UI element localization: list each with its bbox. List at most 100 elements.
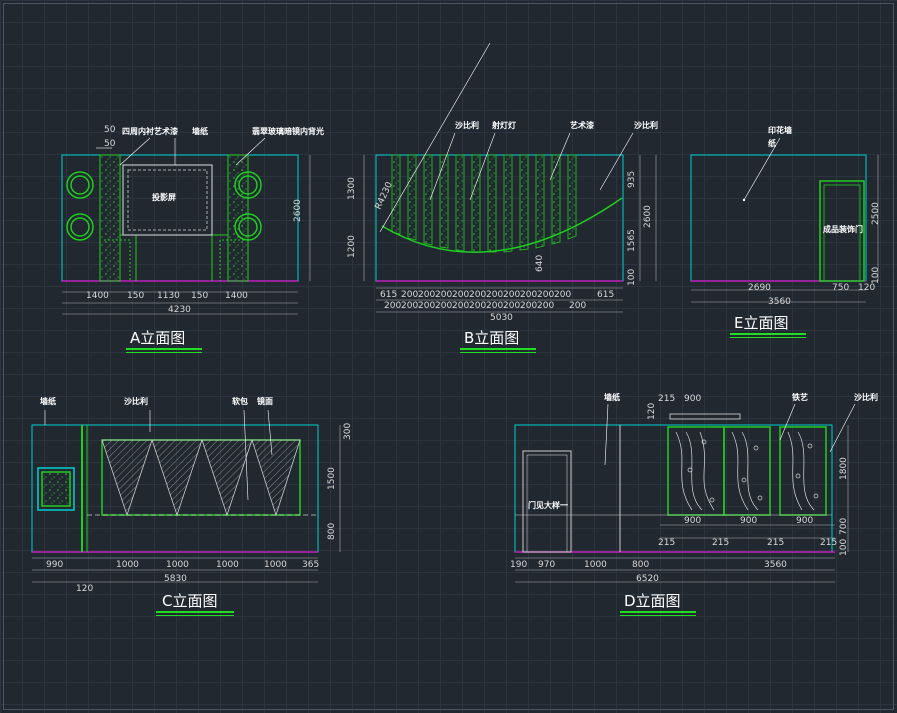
b-d2-1: 200 [401, 301, 418, 311]
d-dim-r-1: 700 [839, 518, 849, 535]
d-dim-b-0: 190 [510, 560, 527, 570]
c-label-2: 沙比利 [124, 396, 148, 406]
b-d2-5: 200 [469, 301, 486, 311]
c-title: C立面图 [162, 592, 217, 610]
b-dim-right-1: 1565 [627, 229, 637, 252]
b-d1-10: 200 [554, 290, 571, 300]
d-dim-r-2: 100 [839, 539, 849, 556]
e-dim-total: 3560 [768, 297, 791, 307]
b-d1-4: 200 [452, 290, 469, 300]
elevation-b [363, 42, 657, 313]
b-d2-9: 200 [537, 301, 554, 311]
a-label-screen: 投影屏 [152, 192, 176, 202]
d-dim-b-4: 3560 [764, 560, 787, 570]
c-dim-b-0: 990 [46, 560, 63, 570]
c-label-1: 墙纸 [40, 396, 56, 406]
b-label-2: 射灯灯 [491, 120, 516, 130]
b-dims-row2: 200 200 200 200 200 200 200 200 200 200 … [384, 301, 586, 311]
e-label-1: 印花墙 [768, 125, 792, 135]
elevation-c [31, 409, 341, 583]
b-d1-9: 200 [537, 290, 554, 300]
c-label-4: 镜面 [257, 396, 273, 406]
c-dim-b-5: 365 [302, 560, 319, 570]
a-dim-b-1: 150 [127, 291, 144, 301]
e-dim-right: 2500 [871, 202, 881, 225]
b-d2-2: 200 [418, 301, 435, 311]
c-dim-b-1: 1000 [116, 560, 139, 570]
b-dims-row1: 615 200 200 200 200 200 200 200 200 200 … [380, 290, 614, 300]
a-dim-b-0: 1400 [86, 291, 109, 301]
d-dim-b-2: 1000 [584, 560, 607, 570]
b-d2-6: 200 [486, 301, 503, 311]
d-dim-p-2: 900 [796, 516, 813, 526]
a-dims-bottom: 1400 150 1130 150 1400 [86, 291, 248, 301]
d-label-2: 铁艺 [792, 392, 808, 402]
c-dim-small: 120 [76, 584, 93, 594]
d-dim-g-2: 215 [767, 538, 784, 548]
b-label-4: 沙比利 [634, 120, 658, 130]
c-dim-r-1: 1500 [327, 467, 337, 490]
a-title: A立面图 [130, 329, 185, 347]
e-label-door: 成品装饰门 [823, 224, 863, 234]
d-dim-g-3: 215 [820, 538, 837, 548]
c-dim-r-2: 800 [327, 523, 337, 540]
b-dim-right-0: 935 [627, 171, 637, 188]
a-dim-right: 2600 [293, 199, 303, 222]
e-dim-b-0: 2690 [748, 283, 771, 293]
e-title: E立面图 [734, 314, 788, 332]
elevation-d [514, 403, 856, 583]
e-dim-b-1: 750 [832, 283, 849, 293]
d-dim-g-0: 215 [658, 538, 675, 548]
b-dim-small: 100 [627, 269, 637, 286]
a-dim-b-3: 150 [191, 291, 208, 301]
d-dim-total: 6520 [636, 574, 659, 584]
b-d1-5: 200 [469, 290, 486, 300]
d-dim-top-0: 215 [658, 394, 675, 404]
c-dim-b-2: 1000 [166, 560, 189, 570]
c-dim-total: 5830 [164, 574, 187, 584]
b-d2-8: 200 [520, 301, 537, 311]
d-title: D立面图 [624, 592, 681, 610]
d-dim-g-1: 215 [712, 538, 729, 548]
b-d1-3: 200 [435, 290, 452, 300]
a-dim-b-2: 1130 [157, 291, 180, 301]
a-label-3: 翡翠玻璃暗镜内背光 [252, 126, 324, 136]
b-d2-4: 200 [452, 301, 469, 311]
elevations-svg: 50 50 四周内衬艺术漆 墙纸 翡翠玻璃暗镜内背光 投影屏 2600 1400… [31, 42, 881, 616]
b-d2-3: 200 [435, 301, 452, 311]
e-label-2: 纸 [768, 138, 776, 148]
a-label-1: 四周内衬艺术漆 [122, 126, 178, 136]
e-dim-small: 100 [871, 267, 881, 284]
a-dim-b-4: 1400 [225, 291, 248, 301]
d-dim-r-0: 1800 [839, 457, 849, 480]
a-label-2: 墙纸 [192, 126, 208, 136]
elevation-e [690, 137, 879, 303]
d-dim-b-3: 800 [632, 560, 649, 570]
d-dim-b-1: 970 [538, 560, 555, 570]
d-label-3: 沙比利 [854, 392, 878, 402]
d-label-1: 墙纸 [604, 392, 620, 402]
a-dim-top2: 50 [104, 139, 116, 149]
b-dim-total: 5030 [490, 313, 513, 323]
b-d1-1: 200 [401, 290, 418, 300]
c-dim-b-3: 1000 [216, 560, 239, 570]
a-dim-top: 50 [104, 125, 116, 135]
b-d2-0: 200 [384, 301, 401, 311]
b-d1-2: 200 [418, 290, 435, 300]
b-d1-7: 200 [503, 290, 520, 300]
b-title: B立面图 [464, 329, 519, 347]
d-dim-p-0: 900 [684, 516, 701, 526]
c-label-3: 软包 [232, 396, 248, 406]
d-label-door: 门见大样一 [528, 500, 568, 510]
elevation-a [61, 137, 311, 315]
d-dim-p-1: 900 [740, 516, 757, 526]
b-dim-right-total: 2600 [643, 205, 653, 228]
b-d1-8: 200 [520, 290, 537, 300]
b-dim-mid: 640 [535, 255, 545, 272]
b-dim-left-1: 1200 [347, 235, 357, 258]
b-dim-left-0: 1300 [347, 177, 357, 200]
b-label-1: 沙比利 [455, 120, 479, 130]
d-dim-top-1: 900 [684, 394, 701, 404]
c-dim-r-0: 300 [343, 423, 353, 440]
c-dim-b-4: 1000 [264, 560, 287, 570]
